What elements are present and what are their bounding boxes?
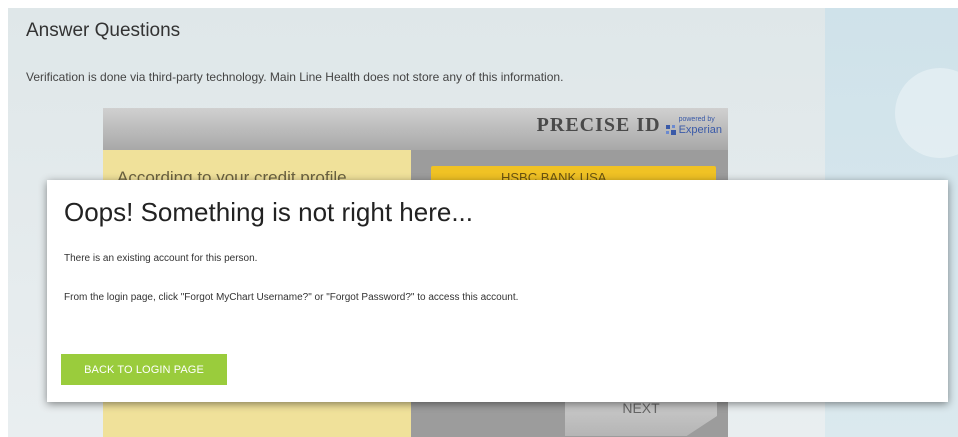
brand-name: PRECISE ID xyxy=(536,114,661,136)
modal-message-existing-account: There is an existing account for this pe… xyxy=(64,253,258,264)
experian-label: Experian xyxy=(678,123,722,136)
page-subtitle: Verification is done via third-party tec… xyxy=(26,70,564,84)
next-button-label: NEXT xyxy=(622,400,660,416)
back-to-login-button[interactable]: BACK TO LOGIN PAGE xyxy=(61,354,227,385)
experian-row: Experian xyxy=(665,124,722,136)
page-title: Answer Questions xyxy=(26,20,181,41)
experian-dots-icon xyxy=(665,124,676,135)
modal-title: Oops! Something is not right here... xyxy=(64,197,473,227)
experian-logo: powered by Experian xyxy=(665,116,722,136)
brand-logo: PRECISE ID powered by Experian xyxy=(537,114,722,137)
error-modal: Oops! Something is not right here... The… xyxy=(47,180,948,402)
powered-by-label: powered by xyxy=(678,115,715,123)
modal-message-instructions: From the login page, click "Forgot MyCha… xyxy=(64,292,519,303)
widget-header: PRECISE ID powered by Experian xyxy=(103,108,728,150)
decorative-bubble xyxy=(895,68,958,158)
